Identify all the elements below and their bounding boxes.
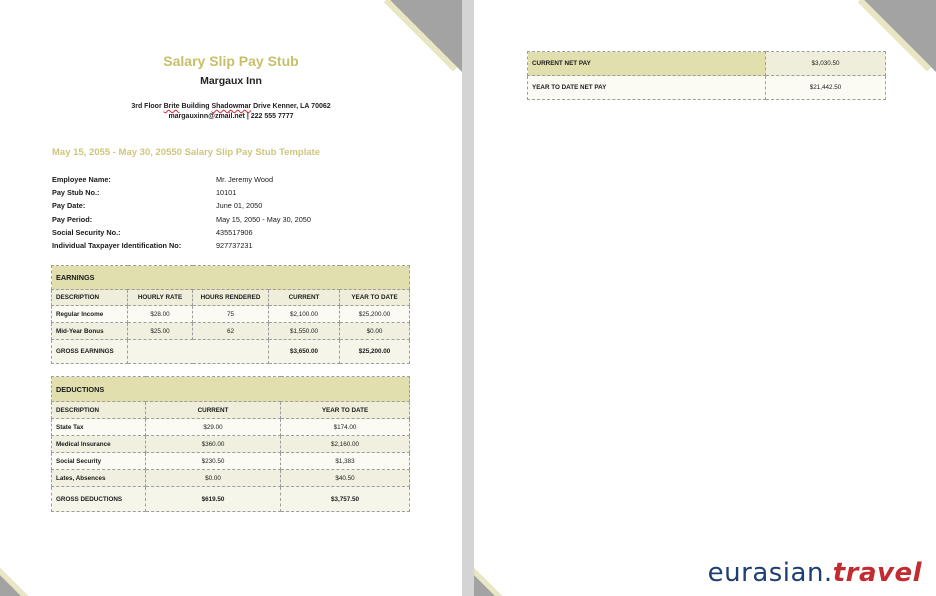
deductions-table: DEDUCTIONS DESCRIPTION CURRENT YEAR TO D… — [50, 376, 411, 512]
ytd-net-pay-value: $21,442.50 — [765, 75, 886, 100]
earnings-column-header: DESCRIPTION HOURLY RATE HOURS RENDERED C… — [51, 289, 411, 306]
current-net-pay-row: CURRENT NET PAY $3,030.50 — [527, 51, 886, 76]
info-row: Employee Name: Mr. Jeremy Wood — [52, 175, 274, 185]
earnings-table: EARNINGS DESCRIPTION HOURLY RATE HOURS R… — [50, 265, 411, 364]
current-net-pay-value: $3,030.50 — [765, 51, 886, 76]
earnings-heading-row: EARNINGS — [50, 265, 411, 290]
employee-info: Employee Name: Mr. Jeremy Wood Pay Stub N… — [52, 173, 392, 252]
table-row: Mid-Year Bonus $25.00 62 $1,550.00 $0.00 — [51, 322, 411, 340]
document-page-1: Salary Slip Pay Stub Margaux Inn 3rd Flo… — [0, 0, 462, 596]
table-row: Social Security $230.50 $1,383 — [51, 452, 411, 470]
address-line-1: 3rd Floor Brite Building Shadowmar Drive… — [131, 103, 331, 110]
current-net-pay-label: CURRENT NET PAY — [527, 51, 766, 76]
ytd-net-pay-row: YEAR TO DATE NET PAY $21,442.50 — [527, 75, 886, 100]
earnings-heading: EARNINGS — [50, 265, 411, 290]
period-heading: May 15, 2055 - May 30, 20550 Salary Slip… — [52, 147, 321, 158]
ytd-net-pay-label: YEAR TO DATE NET PAY — [527, 75, 766, 100]
info-row: Pay Stub No.: 10101 — [52, 188, 237, 198]
company-address: 3rd Floor Brite Building Shadowmar Drive… — [0, 102, 462, 122]
table-row: State Tax $29.00 $174.00 — [51, 418, 411, 436]
page-corner-decoration — [474, 568, 502, 596]
info-row: Social Security No.: 435517906 — [52, 227, 253, 237]
deductions-heading: DEDUCTIONS — [50, 376, 411, 402]
info-row: Pay Period: May 15, 2050 - May 30, 2050 — [52, 214, 311, 224]
deductions-heading-row: DEDUCTIONS — [50, 376, 411, 402]
company-name: Margaux Inn — [200, 75, 262, 87]
site-watermark: eurasian.travel — [707, 558, 922, 588]
deductions-total-row: GROSS DEDUCTIONS $619.50 $3,757.50 — [51, 486, 411, 512]
document-title: Salary Slip Pay Stub — [163, 53, 299, 69]
deductions-column-header: DESCRIPTION CURRENT YEAR TO DATE — [51, 401, 411, 419]
info-row: Individual Taxpayer Identification No: 92… — [52, 241, 253, 251]
earnings-total-row: GROSS EARNINGS $3,650.00 $25,200.00 — [51, 339, 411, 364]
address-line-2: margauxinn@zmail.net | 222 555 7777 — [168, 113, 294, 120]
table-row: Lates, Absences $0.00 $40.50 — [51, 469, 411, 487]
page-corner-decoration — [0, 568, 28, 596]
info-row: Pay Date: June 01, 2050 — [52, 201, 263, 211]
net-pay-table: CURRENT NET PAY $3,030.50 YEAR TO DATE N… — [527, 51, 886, 100]
table-row: Regular Income $28.00 75 $2,100.00 $25,2… — [51, 305, 411, 323]
table-row: Medical Insurance $360.00 $2,160.00 — [51, 435, 411, 453]
